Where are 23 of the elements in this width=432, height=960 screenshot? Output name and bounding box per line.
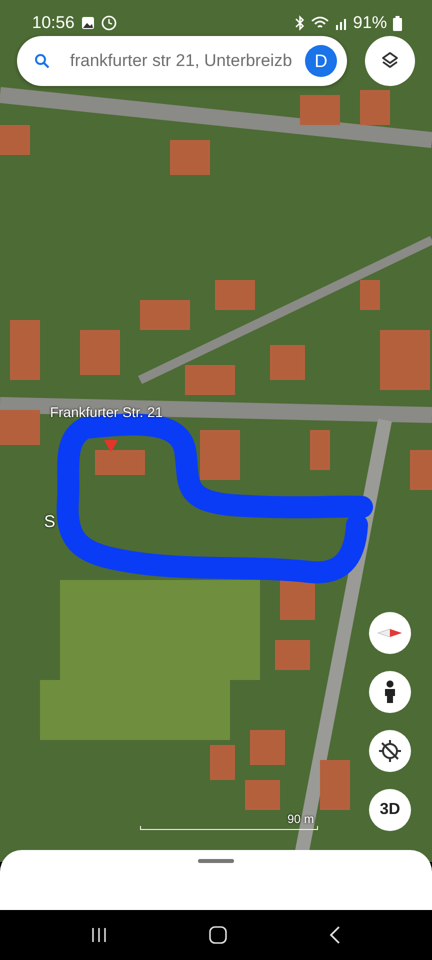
recents-icon[interactable] [91, 927, 107, 943]
drag-handle[interactable] [198, 859, 234, 863]
person-icon [383, 680, 397, 704]
battery-percent: 91% [352, 13, 387, 33]
battery-icon [393, 16, 402, 30]
layers-icon [380, 51, 400, 71]
wifi-icon [310, 16, 329, 30]
home-icon[interactable] [209, 926, 227, 944]
circle-icon [100, 15, 117, 31]
search-text: frankfurter str 21, Unterbreizb [70, 51, 294, 71]
signal-icon [334, 16, 347, 30]
scale-label: 90 m [287, 812, 314, 826]
bluetooth-icon [294, 15, 305, 31]
status-time: 10:56 [32, 13, 75, 33]
account-avatar[interactable]: D [305, 45, 337, 77]
map-pin-icon [104, 440, 118, 452]
search-field[interactable]: frankfurter str 21, Unterbreizb D [17, 36, 347, 86]
compass-icon [377, 628, 403, 638]
back-icon[interactable] [329, 926, 341, 944]
search-icon [34, 53, 50, 69]
crossed-location-icon [378, 739, 402, 763]
gallery-icon [80, 16, 95, 30]
street-label: S [44, 512, 56, 532]
